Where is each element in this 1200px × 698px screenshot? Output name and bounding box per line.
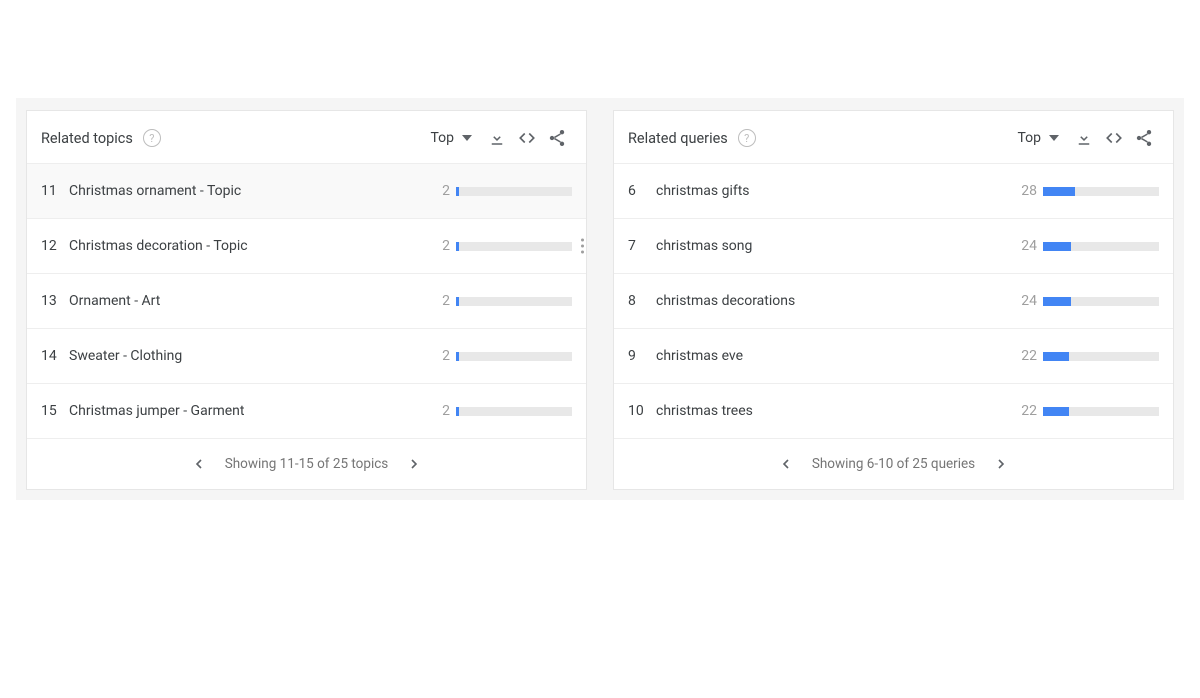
card-title: Related topics	[41, 130, 133, 147]
list-item[interactable]: 12Christmas decoration - Topic2	[27, 219, 586, 274]
value-bar	[456, 407, 572, 416]
list-item[interactable]: 11Christmas ornament - Topic2	[27, 164, 586, 219]
value-bar	[456, 352, 572, 361]
related-topics-card: Related topics? Top 11Christmas ornament -…	[26, 110, 587, 490]
rank: 15	[41, 403, 69, 419]
rank: 11	[41, 183, 69, 199]
embed-button[interactable]	[1099, 123, 1129, 153]
rank: 9	[628, 348, 656, 364]
pager: Showing 6-10 of 25 queries	[614, 439, 1173, 489]
card-title: Related queries	[628, 130, 728, 147]
list-item[interactable]: 7christmas song24	[614, 219, 1173, 274]
item-value: 24	[1015, 293, 1043, 309]
rank: 6	[628, 183, 656, 199]
rank: 10	[628, 403, 656, 419]
help-icon[interactable]: ?	[143, 129, 161, 147]
item-label: christmas gifts	[656, 183, 1015, 199]
value-bar	[456, 187, 572, 196]
value-bar	[1043, 187, 1159, 196]
item-value: 2	[428, 293, 456, 309]
pager-text: Showing 6-10 of 25 queries	[812, 456, 975, 472]
sort-dropdown[interactable]: Top	[430, 130, 472, 146]
pager: Showing 11-15 of 25 topics	[27, 439, 586, 489]
item-label: Sweater - Clothing	[69, 348, 428, 364]
value-bar	[1043, 352, 1159, 361]
sort-label: Top	[430, 130, 454, 146]
list-item[interactable]: 15Christmas jumper - Garment2	[27, 384, 586, 439]
item-value: 22	[1015, 403, 1043, 419]
prev-page-button[interactable]	[191, 456, 207, 472]
share-button[interactable]	[542, 123, 572, 153]
download-button[interactable]	[482, 123, 512, 153]
item-label: Christmas jumper - Garment	[69, 403, 428, 419]
item-value: 2	[428, 238, 456, 254]
item-value: 2	[428, 183, 456, 199]
value-bar	[456, 242, 572, 251]
pager-text: Showing 11-15 of 25 topics	[225, 456, 389, 472]
item-label: Christmas decoration - Topic	[69, 238, 428, 254]
rank: 7	[628, 238, 656, 254]
rank: 13	[41, 293, 69, 309]
list-item[interactable]: 14Sweater - Clothing2	[27, 329, 586, 384]
related-queries-card: Related queries?Top6christmas gifts287ch…	[613, 110, 1174, 490]
rank: 14	[41, 348, 69, 364]
list-item[interactable]: 9christmas eve22	[614, 329, 1173, 384]
rank: 12	[41, 238, 69, 254]
item-value: 2	[428, 348, 456, 364]
item-value: 22	[1015, 348, 1043, 364]
download-button[interactable]	[1069, 123, 1099, 153]
card-header: Related queries? Top	[614, 111, 1173, 164]
item-label: christmas trees	[656, 403, 1015, 419]
item-label: Christmas ornament - Topic	[69, 183, 428, 199]
sort-label: Top	[1017, 130, 1041, 146]
value-bar	[1043, 242, 1159, 251]
more-icon[interactable]	[581, 239, 584, 254]
item-label: Ornament - Art	[69, 293, 428, 309]
value-bar	[1043, 297, 1159, 306]
list-item[interactable]: 13Ornament - Art2	[27, 274, 586, 329]
help-icon[interactable]: ?	[738, 129, 756, 147]
value-bar	[1043, 407, 1159, 416]
next-page-button[interactable]	[993, 456, 1009, 472]
chevron-down-icon	[462, 135, 472, 141]
chevron-down-icon	[1049, 135, 1059, 141]
item-label: christmas eve	[656, 348, 1015, 364]
rank: 8	[628, 293, 656, 309]
sort-dropdown[interactable]: Top	[1017, 130, 1059, 146]
list-item[interactable]: 6christmas gifts28	[614, 164, 1173, 219]
list-item[interactable]: 10christmas trees22	[614, 384, 1173, 439]
item-value: 28	[1015, 183, 1043, 199]
item-label: christmas song	[656, 238, 1015, 254]
list-item[interactable]: 8christmas decorations24	[614, 274, 1173, 329]
value-bar	[456, 297, 572, 306]
item-value: 2	[428, 403, 456, 419]
embed-button[interactable]	[512, 123, 542, 153]
share-button[interactable]	[1129, 123, 1159, 153]
next-page-button[interactable]	[406, 456, 422, 472]
card-header: Related topics? Top	[27, 111, 586, 164]
item-label: christmas decorations	[656, 293, 1015, 309]
item-value: 24	[1015, 238, 1043, 254]
prev-page-button[interactable]	[778, 456, 794, 472]
